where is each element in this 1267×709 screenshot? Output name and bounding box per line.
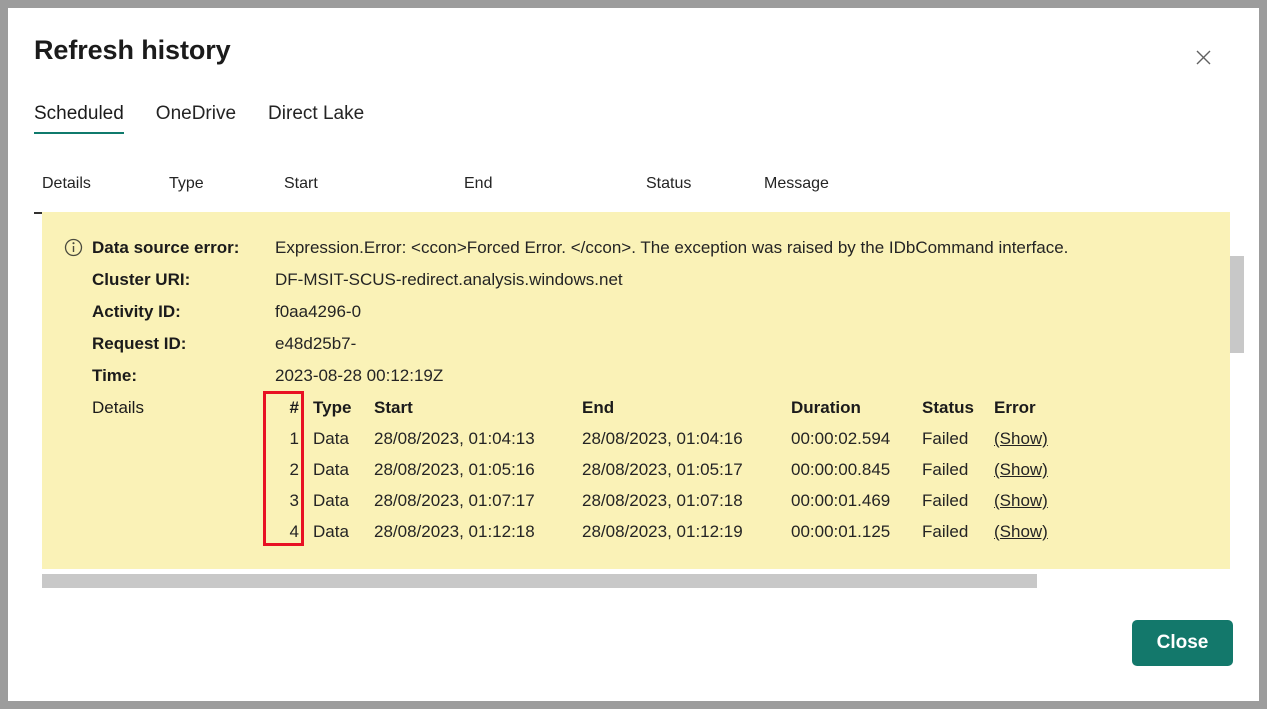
cell-type: Data [313,429,349,448]
cell-number: 4 [289,522,299,541]
cell-duration: 00:00:00.845 [791,460,891,479]
info-circle-icon [64,238,83,257]
inner-column-header-duration: Duration [791,398,861,417]
refresh-history-dialog: Refresh history Scheduled OneDrive Direc… [8,8,1259,701]
cell-start: 28/08/2023, 01:05:16 [374,460,535,479]
cell-end: 28/08/2023, 01:05:17 [582,460,743,479]
cell-status: Failed [922,429,969,448]
tab-direct-lake-label: Direct Lake [268,103,365,124]
inner-column-header-end: End [582,398,615,417]
error-value-data-source-error: Expression.Error: <ccon>Forced Error. </… [275,238,1069,257]
error-value-activity-id: f0aa4296-0 [275,302,362,321]
show-error-link[interactable]: (Show) [994,429,1048,449]
cell-number: 1 [289,429,299,448]
column-header-type[interactable]: Type [169,175,204,193]
error-value-cluster-uri: DF-MSIT-SCUS-redirect.analysis.windows.n… [275,270,623,289]
data-source-error-panel: Data source error: Expression.Error: <cc… [42,212,1230,569]
cell-type: Data [313,491,349,510]
cell-duration: 00:00:01.125 [791,522,891,541]
cell-type: Data [313,522,349,541]
error-panel-viewport: Data source error: Expression.Error: <cc… [34,212,1244,569]
cell-status: Failed [922,460,969,479]
error-label-data-source-error: Data source error: [92,238,240,257]
tab-scheduled-label: Scheduled [34,103,124,124]
table-row: 2 Data 28/08/2023, 01:05:16 28/08/2023, … [275,460,1135,491]
cell-end: 28/08/2023, 01:12:19 [582,522,743,541]
error-details-table-header: # Type Start End Duration Status Error [275,398,1135,429]
panel-horizontal-scrollbar-thumb[interactable] [42,574,1037,588]
cell-status: Failed [922,522,969,541]
cell-number: 2 [289,460,299,479]
column-header-end[interactable]: End [464,175,492,193]
cell-type: Data [313,460,349,479]
error-details-table: # Type Start End Duration Status Error 1… [275,398,1135,553]
error-value-request-id: e48d25b7- [275,334,357,353]
cell-number: 3 [289,491,299,510]
page-title: Refresh history [34,35,231,65]
inner-column-header-start: Start [374,398,413,417]
panel-vertical-scrollbar-thumb[interactable] [1230,256,1244,353]
close-x-button[interactable] [1187,41,1219,73]
cell-end: 28/08/2023, 01:04:16 [582,429,743,448]
tab-strip: Scheduled OneDrive Direct Lake [34,103,396,134]
cell-end: 28/08/2023, 01:07:18 [582,491,743,510]
close-button[interactable]: Close [1132,620,1233,666]
show-error-link[interactable]: (Show) [994,491,1048,511]
inner-column-header-status: Status [922,398,974,417]
error-label-details: Details [92,398,144,417]
show-error-link[interactable]: (Show) [994,522,1048,542]
inner-column-header-type: Type [313,398,352,417]
cell-start: 28/08/2023, 01:12:18 [374,522,535,541]
table-row: 1 Data 28/08/2023, 01:04:13 28/08/2023, … [275,429,1135,460]
inner-column-header-number: # [289,398,299,417]
tab-scheduled[interactable]: Scheduled [34,103,142,134]
panel-horizontal-scrollbar[interactable] [34,574,1244,588]
column-header-details[interactable]: Details [42,175,91,193]
table-row: 3 Data 28/08/2023, 01:07:17 28/08/2023, … [275,491,1135,522]
error-label-time: Time: [92,366,138,385]
panel-vertical-scrollbar[interactable] [1230,212,1244,569]
cell-duration: 00:00:02.594 [791,429,891,448]
column-header-status[interactable]: Status [646,175,691,193]
cell-duration: 00:00:01.469 [791,491,891,510]
column-header-start[interactable]: Start [284,175,318,193]
tab-onedrive[interactable]: OneDrive [156,103,254,134]
error-label-cluster-uri: Cluster URI: [92,270,191,289]
error-label-activity-id: Activity ID: [92,302,181,321]
tab-direct-lake[interactable]: Direct Lake [268,103,382,134]
error-label-request-id: Request ID: [92,334,187,353]
error-value-time: 2023-08-28 00:12:19Z [275,366,444,385]
cell-status: Failed [922,491,969,510]
column-header-message[interactable]: Message [764,175,829,193]
table-row: 4 Data 28/08/2023, 01:12:18 28/08/2023, … [275,522,1135,553]
tab-onedrive-label: OneDrive [155,103,237,124]
refresh-history-table-header: Details Type Start End Status Message [34,173,1244,214]
close-x-icon [1196,50,1211,65]
cell-start: 28/08/2023, 01:04:13 [374,429,535,448]
cell-start: 28/08/2023, 01:07:17 [374,491,535,510]
inner-column-header-error: Error [994,398,1036,417]
show-error-link[interactable]: (Show) [994,460,1048,480]
